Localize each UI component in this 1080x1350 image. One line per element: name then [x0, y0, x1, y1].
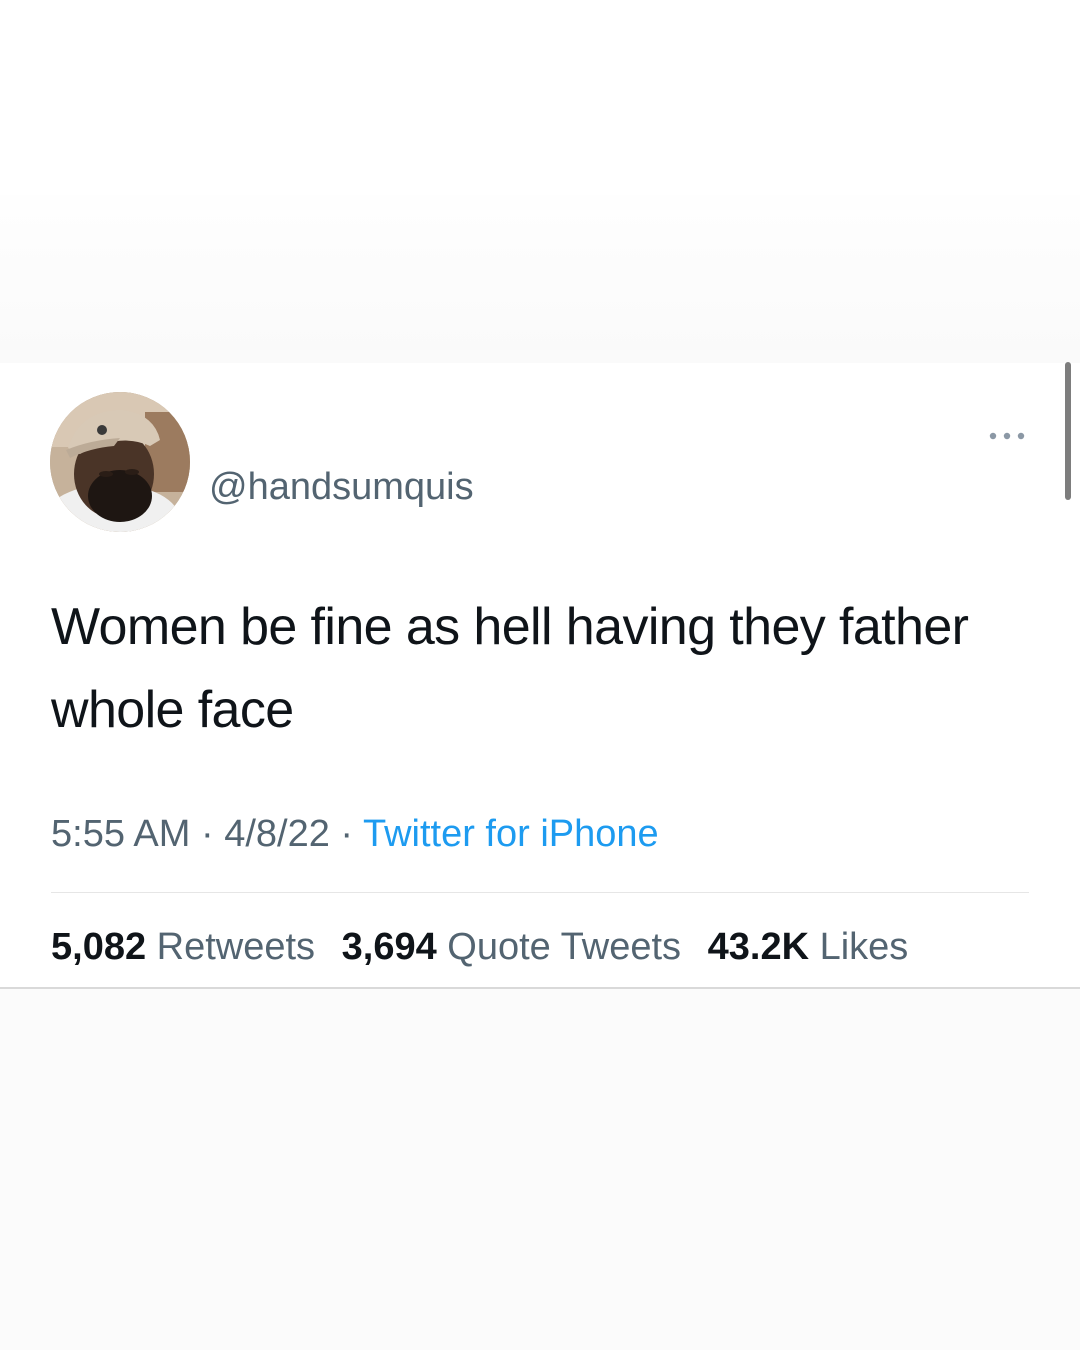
- tweet-stats: 5,082 Retweets 3,694 Quote Tweets 43.2K …: [51, 923, 924, 971]
- retweets-label: Retweets: [156, 926, 316, 968]
- tweet-time[interactable]: 5:55 AM: [51, 813, 190, 855]
- background-lower: [0, 989, 1080, 1350]
- quote-tweets-label: Quote Tweets: [447, 926, 682, 968]
- avatar-photo: [50, 392, 190, 532]
- background-upper: [0, 195, 1080, 363]
- tweet-date[interactable]: 4/8/22: [224, 813, 330, 855]
- more-options-icon[interactable]: [985, 424, 1029, 448]
- likes-count: 43.2K: [707, 926, 810, 968]
- user-handle[interactable]: @handsumquis: [209, 464, 474, 510]
- retweets-stat[interactable]: 5,082 Retweets: [51, 926, 315, 968]
- divider: [51, 892, 1029, 893]
- quote-tweets-stat[interactable]: 3,694 Quote Tweets: [342, 926, 681, 968]
- retweets-count: 5,082: [51, 926, 147, 968]
- separator-dot: ·: [200, 813, 214, 855]
- tweet-metadata: 5:55 AM · 4/8/22 · Twitter for iPhone: [51, 810, 659, 858]
- likes-label: Likes: [819, 926, 909, 968]
- avatar[interactable]: [50, 392, 190, 532]
- separator-dot: ·: [340, 813, 354, 855]
- tweet-text: Women be fine as hell having they father…: [51, 598, 969, 739]
- tweet-source-link[interactable]: Twitter for iPhone: [363, 813, 659, 855]
- likes-stat[interactable]: 43.2K Likes: [708, 926, 909, 968]
- quote-tweets-count: 3,694: [341, 926, 437, 968]
- scrollbar[interactable]: [1065, 362, 1071, 500]
